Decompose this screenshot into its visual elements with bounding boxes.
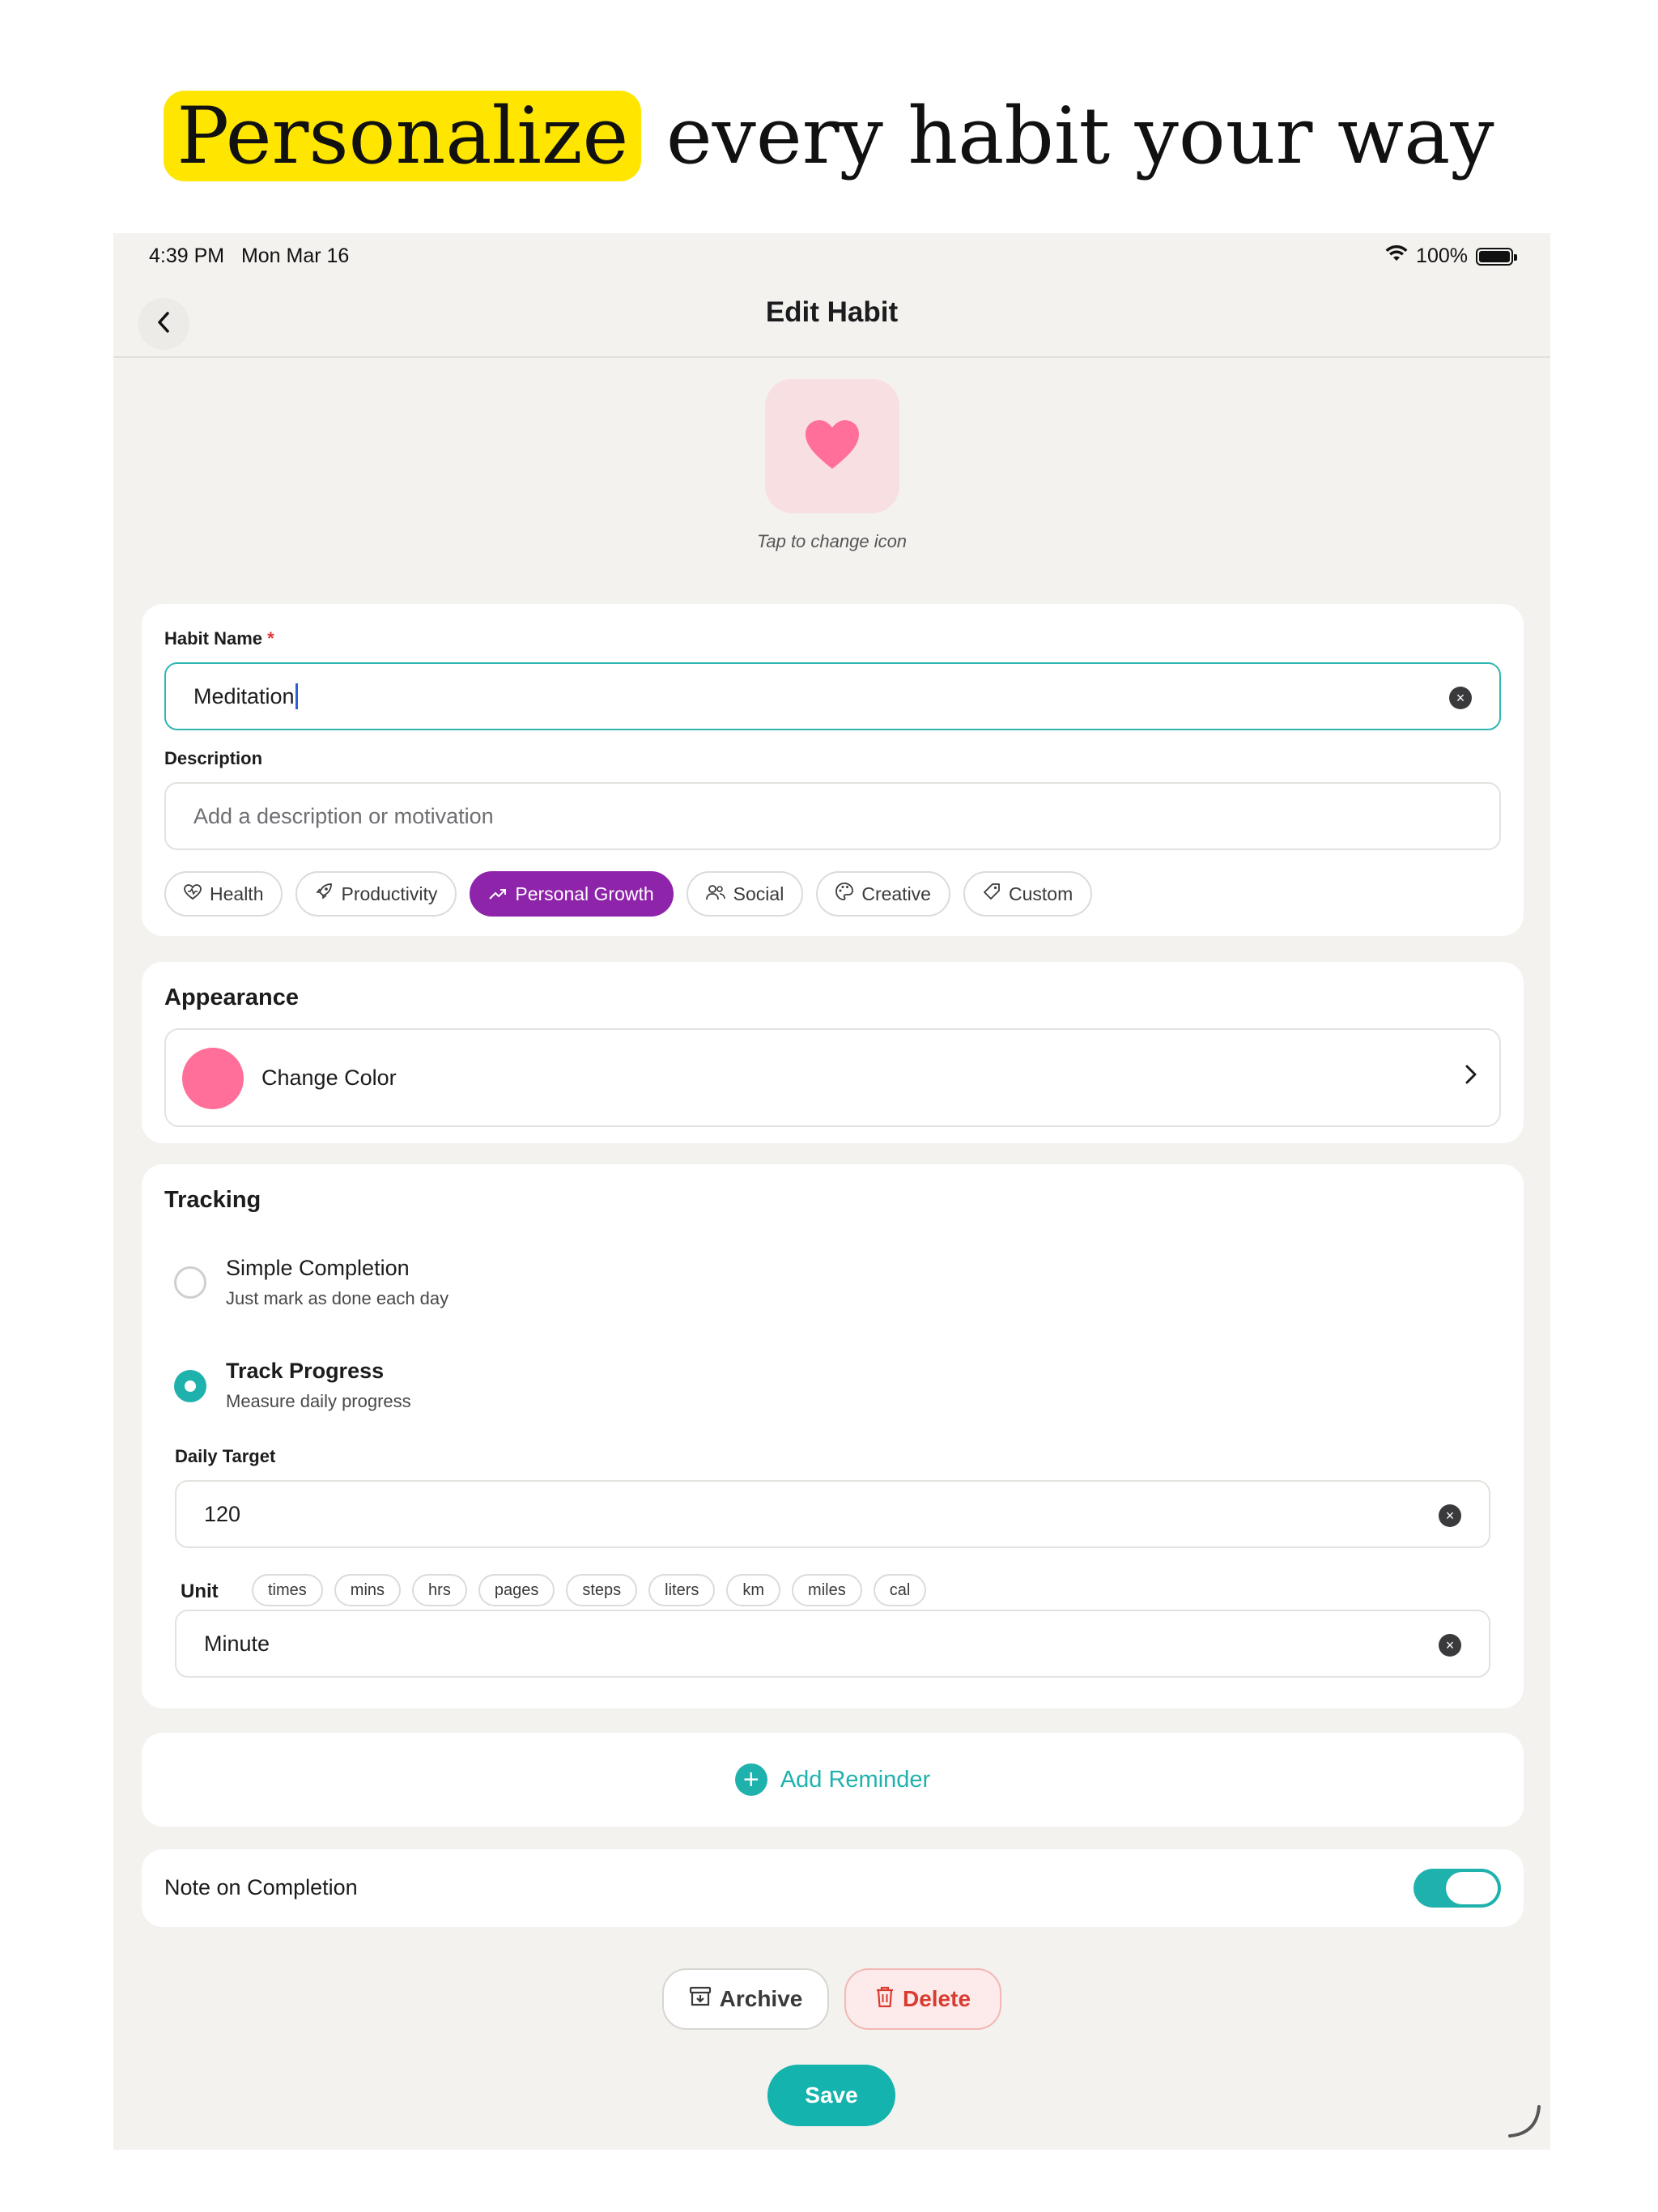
wifi-icon	[1385, 245, 1408, 268]
heart-pulse-icon	[184, 883, 202, 905]
unit-chip-times[interactable]: times	[252, 1574, 323, 1606]
tracking-card: Tracking Simple Completion Just mark as …	[142, 1164, 1524, 1708]
marketing-headline: Personalize every habit your way	[0, 87, 1658, 185]
description-placeholder: Add a description or motivation	[193, 803, 494, 828]
simple-completion-subtitle: Just mark as done each day	[226, 1288, 449, 1308]
clear-target-button[interactable]: ×	[1439, 1504, 1461, 1527]
status-bar: 4:39 PM Mon Mar 16 100%	[113, 233, 1550, 279]
category-chip-label: Health	[210, 883, 264, 904]
unit-chip-pages[interactable]: pages	[478, 1574, 555, 1606]
archive-button[interactable]: Archive	[662, 1968, 829, 2030]
unit-chip-hrs[interactable]: hrs	[412, 1574, 467, 1606]
required-mark: *	[267, 628, 274, 649]
device-screen: 4:39 PM Mon Mar 16 100% Edit Habit Tap t…	[113, 233, 1550, 2150]
unit-value: Minute	[204, 1631, 270, 1656]
change-color-row[interactable]: Change Color	[164, 1028, 1501, 1127]
change-color-label: Change Color	[261, 1066, 397, 1090]
close-icon: ×	[1456, 690, 1465, 706]
unit-chip-miles[interactable]: miles	[792, 1574, 862, 1606]
category-chip-health[interactable]: Health	[164, 871, 283, 917]
archive-label: Archive	[719, 1986, 803, 2011]
description-label: Description	[164, 748, 263, 768]
category-chip-label: Creative	[861, 883, 931, 904]
add-reminder-button[interactable]: + Add Reminder	[142, 1763, 1524, 1796]
habit-name-label: Habit Name *	[164, 628, 274, 649]
delete-button[interactable]: Delete	[844, 1968, 1001, 2030]
battery-icon	[1476, 247, 1517, 266]
status-time-date: 4:39 PM Mon Mar 16	[149, 245, 349, 268]
save-button[interactable]: Save	[767, 2065, 895, 2126]
category-chip-label: Personal Growth	[515, 883, 654, 904]
plus-circle-icon: +	[734, 1763, 767, 1796]
clear-name-button[interactable]: ×	[1449, 687, 1472, 709]
status-time: 4:39 PM	[149, 245, 225, 267]
close-icon: ×	[1445, 1508, 1455, 1524]
chevron-right-icon	[1464, 1062, 1478, 1091]
page-title: Edit Habit	[765, 296, 899, 328]
habit-name-input[interactable]: Meditation ×	[164, 662, 1501, 730]
battery-percent: 100%	[1416, 245, 1468, 267]
resize-handle-icon	[1505, 2102, 1544, 2145]
category-chip-label: Custom	[1008, 883, 1073, 904]
trending-up-icon	[489, 883, 507, 905]
rocket-icon	[315, 883, 333, 905]
toggle-knob	[1446, 1872, 1498, 1904]
trash-icon	[875, 1985, 895, 2014]
track-progress-title: Track Progress	[226, 1359, 385, 1383]
close-icon: ×	[1445, 1637, 1455, 1653]
heart-icon	[804, 419, 861, 474]
palette-icon	[835, 883, 854, 905]
description-input[interactable]: Add a description or motivation	[164, 782, 1501, 850]
category-chips: Health Productivity Personal Growth Soci…	[164, 871, 1093, 917]
tag-icon	[983, 883, 1001, 905]
category-chip-social[interactable]: Social	[686, 871, 804, 917]
text-caret	[295, 683, 298, 709]
users-icon	[705, 883, 725, 905]
note-on-completion-card: Note on Completion	[142, 1849, 1524, 1927]
appearance-title: Appearance	[164, 985, 300, 1010]
note-on-completion-label: Note on Completion	[164, 1875, 358, 1899]
appearance-card: Appearance Change Color	[142, 962, 1524, 1143]
navigation-bar: Edit Habit	[113, 279, 1550, 358]
daily-target-input[interactable]: 120 ×	[175, 1480, 1490, 1548]
category-chip-personal-growth[interactable]: Personal Growth	[470, 871, 674, 917]
status-date: Mon Mar 16	[240, 245, 350, 267]
simple-completion-title: Simple Completion	[226, 1256, 410, 1280]
category-chip-custom[interactable]: Custom	[963, 871, 1093, 917]
radio-simple-completion[interactable]	[174, 1266, 206, 1299]
radio-track-progress[interactable]	[174, 1370, 206, 1402]
daily-target-label: Daily Target	[175, 1446, 276, 1466]
habit-details-card: Habit Name * Meditation × Description Ad…	[142, 604, 1524, 936]
add-reminder-label: Add Reminder	[780, 1766, 931, 1793]
habit-icon-picker[interactable]	[765, 379, 899, 513]
reminder-card: + Add Reminder	[142, 1733, 1524, 1827]
category-chip-label: Social	[733, 883, 784, 904]
clear-unit-button[interactable]: ×	[1439, 1634, 1461, 1657]
delete-label: Delete	[902, 1986, 971, 2011]
note-on-completion-toggle[interactable]	[1414, 1869, 1501, 1908]
status-indicators: 100%	[1385, 245, 1517, 268]
icon-picker-caption: Tap to change icon	[756, 531, 908, 551]
habit-name-label-text: Habit Name	[164, 628, 263, 649]
unit-chip-km[interactable]: km	[726, 1574, 781, 1606]
archive-icon	[689, 1986, 712, 2013]
tracking-title: Tracking	[164, 1187, 261, 1213]
habit-name-value: Meditation	[193, 683, 295, 708]
unit-chip-liters[interactable]: liters	[648, 1574, 716, 1606]
unit-chips: times mins hrs pages steps liters km mil…	[252, 1574, 927, 1606]
headline-rest: every habit your way	[665, 91, 1494, 181]
color-swatch	[182, 1048, 244, 1109]
track-progress-subtitle: Measure daily progress	[226, 1391, 411, 1411]
unit-chip-cal[interactable]: cal	[873, 1574, 927, 1606]
unit-input[interactable]: Minute ×	[175, 1610, 1490, 1678]
unit-label: Unit	[181, 1580, 219, 1602]
headline-highlight: Personalize	[164, 91, 642, 181]
category-chip-label: Productivity	[341, 883, 438, 904]
category-chip-productivity[interactable]: Productivity	[295, 871, 457, 917]
unit-chip-steps[interactable]: steps	[566, 1574, 638, 1606]
category-chip-creative[interactable]: Creative	[816, 871, 950, 917]
unit-chip-mins[interactable]: mins	[334, 1574, 402, 1606]
daily-target-value: 120	[204, 1501, 241, 1526]
